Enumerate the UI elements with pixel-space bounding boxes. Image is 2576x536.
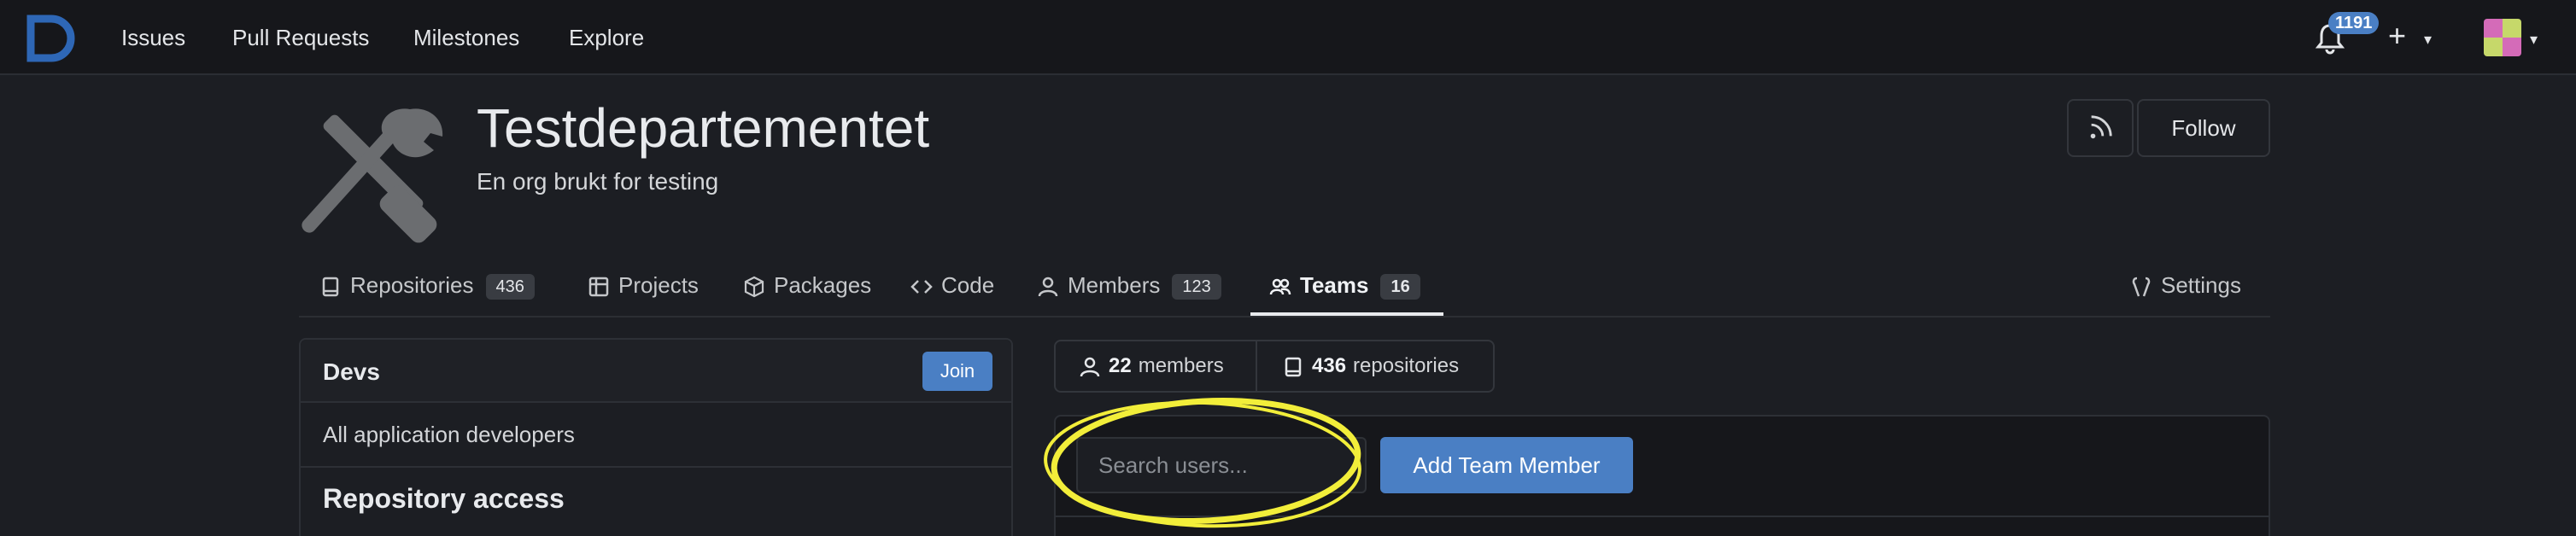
tab-label: Settings [2161, 272, 2241, 298]
team-stats-tabs: 22 members 436 repositories [1054, 340, 1495, 393]
rss-feed-button[interactable] [2067, 99, 2134, 157]
repositories-count: 436 [1312, 354, 1347, 377]
tab-count-badge: 16 [1380, 274, 1420, 300]
top-navbar: Issues Pull Requests Milestones Explore … [0, 0, 2576, 75]
repositories-label: repositories [1353, 354, 1460, 377]
nav-explore[interactable]: Explore [569, 24, 644, 51]
nav-issues[interactable]: Issues [121, 24, 185, 51]
follow-button[interactable]: Follow [2137, 99, 2270, 157]
site-logo-icon[interactable] [26, 14, 75, 63]
join-team-button[interactable]: Join [922, 352, 992, 391]
divider [1056, 516, 2269, 517]
tab-packages[interactable]: Packages [743, 268, 871, 302]
tools-icon [2132, 277, 2151, 297]
repo-icon [322, 277, 339, 297]
people-icon [1269, 278, 1291, 295]
tab-projects[interactable]: Projects [588, 268, 699, 302]
person-icon [1038, 277, 1058, 297]
chevron-down-icon[interactable]: ▾ [2424, 31, 2432, 48]
code-icon [910, 280, 933, 294]
project-icon [588, 277, 609, 297]
tab-teams[interactable]: Teams 16 [1269, 268, 1420, 302]
team-members-panel: Add Team Member [1054, 415, 2270, 536]
tab-code[interactable]: Code [910, 268, 994, 302]
team-name: Devs [323, 358, 380, 385]
team-description: All application developers [323, 422, 575, 447]
tab-label: Code [941, 272, 995, 298]
tab-count-badge: 123 [1172, 274, 1221, 300]
members-tab[interactable]: 22 members [1080, 341, 1224, 391]
tab-label: Repositories [350, 272, 474, 298]
repository-access-heading: Repository access [323, 483, 565, 514]
tab-count-badge: 436 [485, 274, 535, 300]
team-header: Devs Join [301, 340, 1011, 403]
members-count: 22 [1109, 354, 1132, 377]
add-team-member-button[interactable]: Add Team Member [1380, 437, 1633, 493]
package-icon [744, 276, 764, 298]
tab-label: Packages [774, 272, 872, 298]
tab-label: Teams [1300, 272, 1369, 298]
tab-members[interactable]: Members 123 [1037, 268, 1221, 302]
tab-repositories[interactable]: Repositories 436 [319, 268, 535, 302]
chevron-down-icon[interactable]: ▾ [2530, 31, 2538, 48]
nav-pull-requests[interactable]: Pull Requests [232, 24, 369, 51]
user-avatar[interactable] [2484, 19, 2521, 56]
team-info-panel: Devs Join All application developers Rep… [299, 338, 1013, 536]
tab-settings[interactable]: Settings [2130, 268, 2241, 302]
org-description: En org brukt for testing [477, 168, 719, 195]
divider [1256, 341, 1257, 391]
repo-icon [1285, 357, 1302, 376]
create-new-button[interactable]: + [2388, 19, 2406, 53]
divider [301, 466, 1011, 468]
notification-count-badge: 1191 [2328, 12, 2380, 34]
repositories-tab[interactable]: 436 repositories [1283, 341, 1459, 391]
person-icon [1080, 357, 1100, 377]
rss-icon [2090, 115, 2112, 139]
org-tabs: Repositories 436 Projects Packages Code M… [299, 256, 2270, 318]
tab-label: Projects [618, 272, 699, 298]
nav-milestones[interactable]: Milestones [413, 24, 519, 51]
search-users-input[interactable] [1076, 437, 1367, 493]
org-title: Testdepartementet [477, 97, 930, 159]
active-tab-indicator [1250, 312, 1443, 316]
tab-label: Members [1068, 272, 1161, 298]
org-avatar-tools-icon [302, 108, 443, 243]
members-label: members [1138, 354, 1224, 377]
